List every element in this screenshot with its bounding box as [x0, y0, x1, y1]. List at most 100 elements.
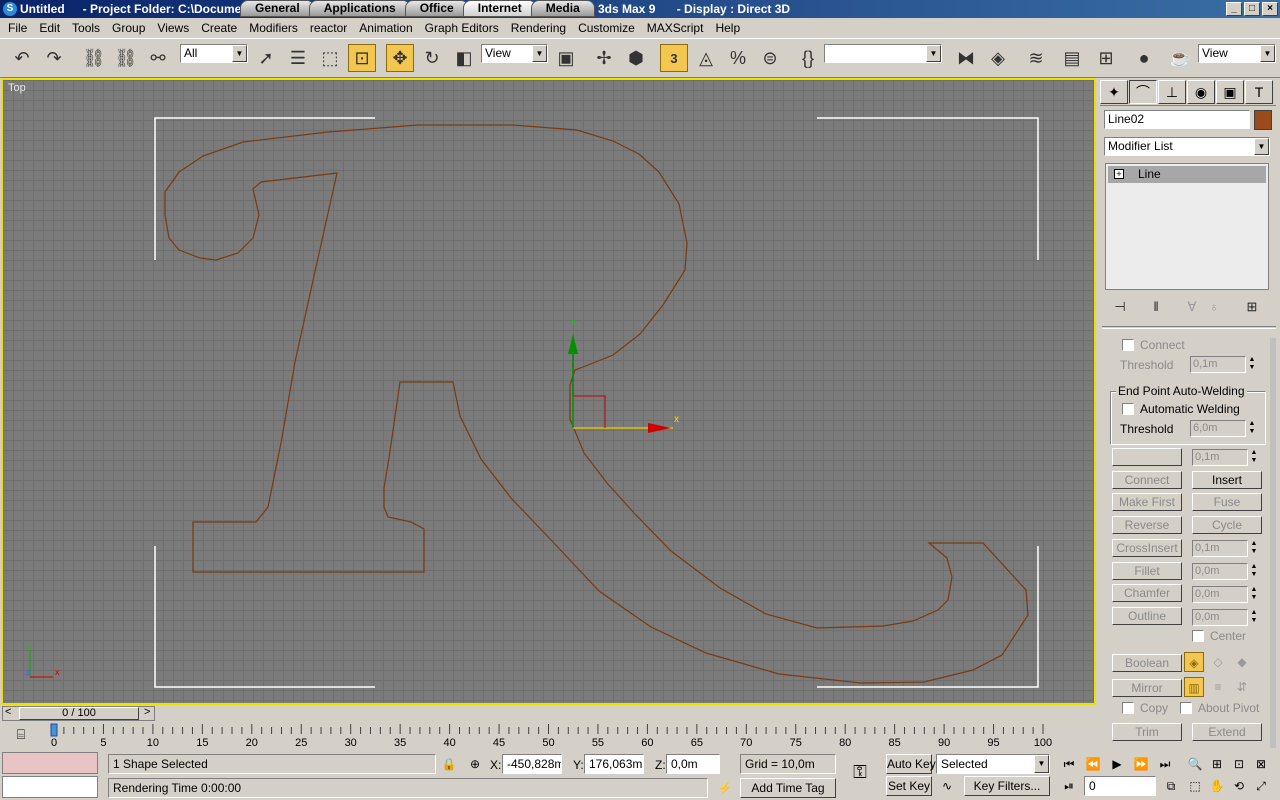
current-frame-field[interactable]: 0 — [1084, 776, 1156, 796]
track-ruler[interactable]: 0 5 10 15 20 25 30 35 40 45 50 55 60 65 70 75 80 85 90 95 10… — [0, 722, 1098, 750]
boolean-button[interactable]: Boolean — [1112, 654, 1182, 672]
go-to-start-icon[interactable]: ⏮ — [1058, 754, 1080, 774]
spinner-arrows-icon[interactable]: ▲ ▼ — [1249, 563, 1259, 580]
menu-graph-editors[interactable]: Graph Editors — [419, 18, 505, 38]
tab-general[interactable]: General — [240, 0, 315, 17]
trim-button[interactable]: Trim — [1112, 723, 1182, 741]
mirror-horizontal-icon[interactable]: ▥ — [1184, 677, 1204, 697]
spinner-arrows-icon[interactable]: ▲ ▼ — [1249, 609, 1259, 626]
outline-spinner[interactable]: 0,0m ▲ ▼ — [1192, 609, 1257, 626]
spinner-arrows-icon[interactable]: ▲ ▼ — [1247, 356, 1257, 373]
menu-rendering[interactable]: Rendering — [505, 18, 572, 38]
spinner-arrows-icon[interactable]: ▲ ▼ — [1249, 540, 1259, 557]
boolean-intersect-icon[interactable]: ◆ — [1232, 652, 1252, 672]
threshold-spinner[interactable]: 0,1m ▲ ▼ — [1190, 356, 1255, 373]
fillet-button[interactable]: Fillet — [1112, 562, 1182, 580]
unlink-icon[interactable]: ⛓ — [112, 44, 140, 72]
next-frame-icon[interactable]: ⏩ — [1130, 754, 1152, 774]
material-editor-icon[interactable]: ● — [1130, 44, 1158, 72]
pivot-center-icon[interactable]: ▣ — [552, 44, 580, 72]
make-unique-icon[interactable]: ∀ — [1181, 296, 1203, 318]
display-tab-icon[interactable]: ▣ — [1216, 80, 1244, 104]
menu-views[interactable]: Views — [151, 18, 195, 38]
key-set-dropdown[interactable]: Selected ▼ — [936, 754, 1050, 774]
named-selection-dropdown[interactable]: ▼ — [824, 44, 942, 63]
spinner-arrows-icon[interactable]: ▲ ▼ — [1249, 586, 1259, 603]
boolean-union-icon[interactable]: ◈ — [1184, 652, 1204, 672]
menu-edit[interactable]: Edit — [33, 18, 66, 38]
play-icon[interactable]: ▶ — [1106, 754, 1128, 774]
link-icon[interactable]: ⛓ — [80, 44, 108, 72]
menu-file[interactable]: File — [2, 18, 33, 38]
go-to-end-icon[interactable]: ⏭ — [1154, 754, 1176, 774]
center-checkbox[interactable] — [1192, 630, 1204, 642]
menu-maxscript[interactable]: MAXScript — [641, 18, 710, 38]
remove-modifier-icon[interactable]: ♁ — [1203, 296, 1225, 318]
spline-line02[interactable] — [164, 124, 1029, 684]
create-tab-icon[interactable]: ✦ — [1100, 80, 1128, 104]
extend-button[interactable]: Extend — [1192, 723, 1262, 741]
chamfer-spinner[interactable]: 0,0m ▲ ▼ — [1192, 586, 1257, 603]
curve-editor-icon[interactable]: ▤ — [1058, 44, 1086, 72]
pan-icon[interactable]: ✋ — [1206, 776, 1228, 796]
undo-icon[interactable]: ↶ — [8, 44, 36, 72]
motion-tab-icon[interactable]: ◉ — [1187, 80, 1215, 104]
fuse-button[interactable]: Fuse — [1192, 493, 1262, 511]
lock-selection-icon[interactable]: 🔒 — [438, 754, 460, 774]
window-crossing-icon[interactable]: ⊡ — [348, 44, 376, 72]
bind-spacewarp-icon[interactable]: ⚯ — [144, 44, 172, 72]
set-key-button[interactable]: Set Key — [886, 776, 932, 796]
expand-icon[interactable]: + — [1114, 169, 1124, 179]
mirror-both-icon[interactable]: ⇵ — [1232, 677, 1252, 697]
select-and-move-icon[interactable]: ✥ — [386, 44, 414, 72]
time-slider-track[interactable]: < 0 / 100 > — [2, 706, 155, 721]
pin-stack-icon[interactable]: ⊣ — [1109, 296, 1131, 318]
menu-tools[interactable]: Tools — [66, 18, 106, 38]
set-key-key-icon[interactable]: ⚿ — [846, 762, 874, 786]
time-configuration-icon[interactable]: ⧉ — [1160, 776, 1182, 796]
select-object-icon[interactable]: ➚ — [252, 44, 280, 72]
fillet-spinner[interactable]: 0,0m ▲ ▼ — [1192, 563, 1257, 580]
viewport-label[interactable]: Top — [8, 82, 26, 94]
tab-office[interactable]: Office — [404, 0, 469, 17]
layer-manager-icon[interactable]: ≋ — [1022, 44, 1050, 72]
keyboard-shortcut-icon[interactable]: ⬢ — [622, 44, 650, 72]
selection-filter-dropdown[interactable]: All ▼ — [180, 44, 248, 63]
hierarchy-tab-icon[interactable]: ⊥ — [1158, 80, 1186, 104]
menu-help[interactable]: Help — [709, 18, 746, 38]
show-end-result-icon[interactable]: ‖ — [1145, 296, 1167, 318]
tab-applications[interactable]: Applications — [308, 0, 411, 17]
manipulate-icon[interactable]: ✢ — [590, 44, 618, 72]
connect-button[interactable]: Connect — [1112, 471, 1182, 489]
auto-threshold-spinner[interactable]: 6,0m ▲ ▼ — [1190, 420, 1255, 437]
tab-internet[interactable]: Internet — [462, 0, 537, 17]
move-gizmo[interactable]: y x — [568, 316, 679, 433]
menu-animation[interactable]: Animation — [353, 18, 418, 38]
stack-item-line[interactable]: + Line — [1108, 166, 1266, 183]
viewport-canvas[interactable]: y x y x z — [3, 80, 1094, 703]
crossinsert-button[interactable]: CrossInsert — [1112, 539, 1182, 557]
y-coordinate-field[interactable]: 176,063m — [584, 754, 644, 774]
maxscript-input[interactable] — [2, 776, 98, 798]
render-view-dropdown[interactable]: View ▼ — [1198, 44, 1276, 63]
angle-snap-icon[interactable]: ◬ — [692, 44, 720, 72]
add-time-tag-button[interactable]: Add Time Tag — [740, 778, 836, 798]
mirror-button[interactable]: Mirror — [1112, 679, 1182, 697]
reference-coordinate-dropdown[interactable]: View ▼ — [481, 44, 548, 63]
menu-group[interactable]: Group — [106, 18, 151, 38]
current-frame-marker[interactable] — [50, 723, 58, 737]
spinner-snap-icon[interactable]: ⊜ — [756, 44, 784, 72]
tab-media[interactable]: Media — [530, 0, 595, 17]
modify-tab-icon[interactable]: ⌒ — [1129, 80, 1157, 104]
render-scene-icon[interactable]: ☕ — [1166, 44, 1194, 72]
redo-icon[interactable]: ↷ — [40, 44, 68, 72]
select-by-name-icon[interactable]: ☰ — [284, 44, 312, 72]
zoom-region-icon[interactable]: ⬚ — [1184, 776, 1206, 796]
time-next-button[interactable]: > — [144, 706, 150, 718]
snap-toggle-icon[interactable]: 3 — [660, 44, 688, 72]
weld-spinner[interactable]: 0,1m ▲ ▼ — [1192, 449, 1257, 466]
maximize-button[interactable]: □ — [1244, 2, 1260, 16]
object-name-field[interactable]: Line02 — [1104, 110, 1250, 129]
time-slider-thumb[interactable]: 0 / 100 — [19, 707, 139, 720]
crossinsert-spinner[interactable]: 0,1m ▲ ▼ — [1192, 540, 1257, 557]
